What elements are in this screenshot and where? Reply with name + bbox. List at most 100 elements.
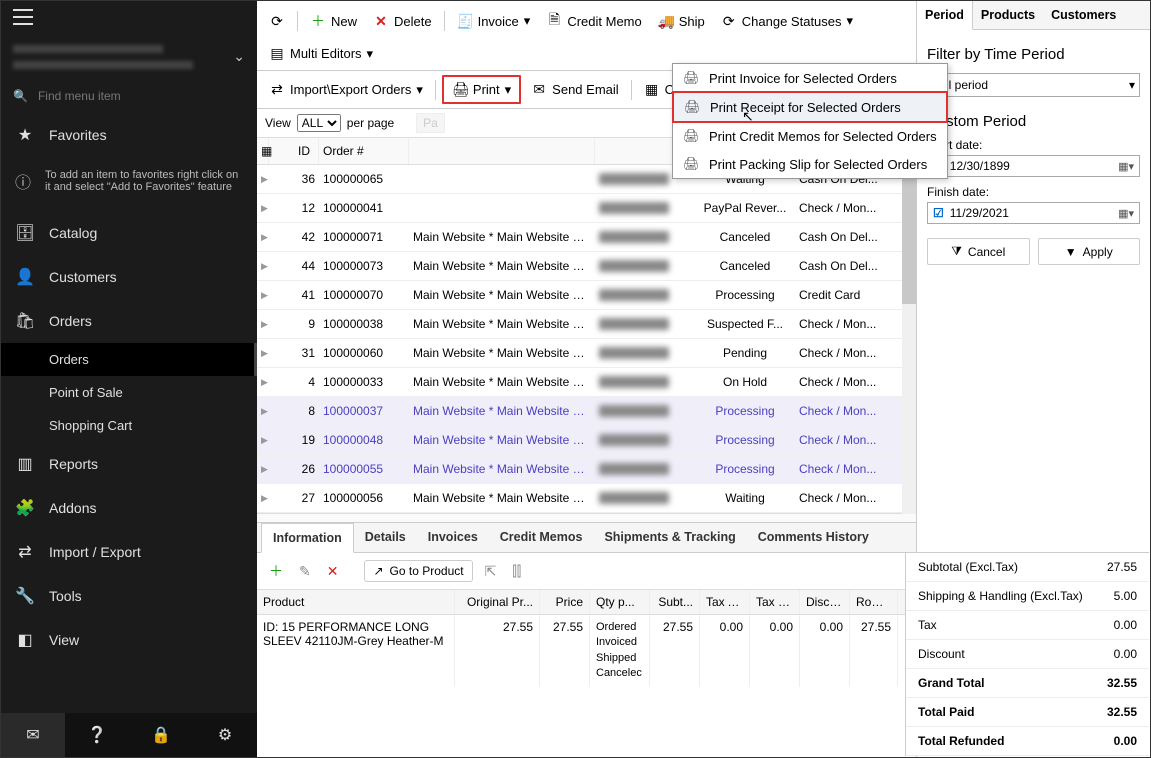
orders-scrollbar[interactable] — [902, 164, 916, 514]
ph-row[interactable]: Row ... — [850, 590, 898, 614]
expand-icon[interactable]: ▶ — [257, 460, 269, 479]
goto-product-button[interactable]: ↗Go to Product — [364, 560, 472, 582]
calendar-icon[interactable]: ▦▾ — [1118, 160, 1134, 173]
per-page-select[interactable]: ALL — [297, 114, 341, 132]
import-export-orders-button[interactable]: ⇄Import\Export Orders▾ — [263, 77, 429, 102]
totals-row: Discount0.00 — [906, 640, 1149, 669]
sidebar-item-tools[interactable]: 🔧 Tools — [1, 574, 257, 618]
tab-customers[interactable]: Customers — [1043, 1, 1124, 29]
sidebar-search[interactable]: 🔍 Find menu item — [1, 79, 257, 113]
ph-taxp[interactable]: Tax P... — [750, 590, 800, 614]
ph-orig[interactable]: Original Pr... — [455, 590, 540, 614]
col-order[interactable]: Order # — [319, 138, 409, 164]
expand-icon[interactable]: ▶ — [257, 344, 269, 363]
start-date-input[interactable]: ☑ 12/30/1899 ▦▾ — [927, 155, 1140, 177]
print-invoice-item[interactable]: 🖨Print Invoice for Selected Orders — [673, 64, 947, 92]
col-id[interactable]: ID — [269, 138, 319, 164]
help-button[interactable]: ❔ — [65, 713, 129, 757]
checkbox-icon[interactable]: ☑ — [933, 206, 944, 220]
col-exp[interactable]: ▦ — [257, 138, 269, 164]
ph-taxa[interactable]: Tax A... — [700, 590, 750, 614]
change-statuses-button[interactable]: ⟳Change Statuses▾ — [715, 9, 859, 34]
sidebar-item-reports[interactable]: ▥ Reports — [1, 442, 257, 486]
add-product-button[interactable]: ＋ — [265, 559, 287, 583]
print-receipt-item[interactable]: 🖨Print Receipt for Selected Orders — [672, 91, 948, 123]
tab-details[interactable]: Details — [354, 523, 417, 552]
ph-product[interactable]: Product — [257, 590, 455, 614]
finish-date-input[interactable]: ☑ 11/29/2021 ▦▾ — [927, 202, 1140, 224]
table-row[interactable]: ▶4100000033Main Website * Main Website S… — [257, 368, 916, 397]
print-packingslip-item[interactable]: 🖨Print Packing Slip for Selected Orders — [673, 150, 947, 178]
table-row[interactable]: ▶12100000041PayPal Rever...Check / Mon..… — [257, 194, 916, 223]
tab-invoices[interactable]: Invoices — [417, 523, 489, 552]
expand-icon[interactable]: ▶ — [257, 373, 269, 392]
ship-button[interactable]: 🚚Ship — [652, 9, 711, 34]
expand-icon[interactable]: ▶ — [257, 228, 269, 247]
sidebar-sub-cart[interactable]: Shopping Cart — [1, 409, 257, 442]
settings-button[interactable]: ⚙ — [193, 713, 257, 757]
table-row[interactable]: ▶31100000060Main Website * Main Website … — [257, 339, 916, 368]
tab-products[interactable]: Products — [973, 1, 1043, 29]
table-row[interactable]: ▶27100000056Main Website * Main Website … — [257, 484, 916, 513]
sidebar-item-orders[interactable]: 🛍 Orders — [1, 299, 257, 343]
tab-shipments[interactable]: Shipments & Tracking — [593, 523, 746, 552]
table-row[interactable]: ▶26100000055Main Website * Main Website … — [257, 455, 916, 484]
delete-product-button[interactable]: ✕ — [323, 561, 343, 582]
invoice-button[interactable]: 🧾Invoice▾ — [451, 9, 537, 34]
tab-period[interactable]: Period — [917, 1, 973, 30]
lock-button[interactable]: 🔒 — [129, 713, 193, 757]
table-row[interactable]: ▶42100000071Main Website * Main Website … — [257, 223, 916, 252]
edit-product-button[interactable]: ✎ — [295, 561, 315, 582]
expand-icon[interactable]: ▶ — [257, 286, 269, 305]
sidebar-item-catalog[interactable]: 🗄 Catalog — [1, 211, 257, 255]
table-row[interactable]: ▶41100000070Main Website * Main Website … — [257, 281, 916, 310]
send-email-button[interactable]: ✉Send Email — [525, 77, 624, 102]
calendar-icon[interactable]: ▦▾ — [1118, 207, 1134, 220]
sidebar-item-customers[interactable]: 👤 Customers — [1, 255, 257, 299]
account-selector[interactable]: ⌄ — [1, 33, 257, 79]
sidebar-sub-pos[interactable]: Point of Sale — [1, 376, 257, 409]
refresh-button[interactable]: ⟳ — [263, 9, 291, 34]
tab-comments[interactable]: Comments History — [747, 523, 880, 552]
hamburger-menu[interactable] — [13, 9, 33, 25]
expand-icon[interactable]: ▶ — [257, 431, 269, 450]
apply-button[interactable]: ▼Apply — [1038, 238, 1141, 265]
sidebar-item-addons[interactable]: 🧩 Addons — [1, 486, 257, 530]
expand-icon[interactable]: ▶ — [257, 489, 269, 508]
sidebar-item-favorites[interactable]: ★ Favorites — [1, 113, 257, 157]
table-row[interactable]: ▶8100000037Main Website * Main Website S… — [257, 397, 916, 426]
print-button[interactable]: 🖨Print▾ — [446, 77, 517, 102]
tab-credit-memos[interactable]: Credit Memos — [489, 523, 594, 552]
collapse-icon[interactable]: ⇱ — [481, 561, 501, 582]
expand-icon[interactable]: ▶ — [257, 402, 269, 421]
ph-qty[interactable]: Qty p... — [590, 590, 650, 614]
product-row[interactable]: ID: 15 PERFORMANCE LONG SLEEV 42110JM-Gr… — [257, 615, 916, 687]
caret-icon: ▾ — [367, 46, 374, 62]
multi-editors-button[interactable]: ▤Multi Editors▾ — [263, 41, 379, 66]
cancel-button[interactable]: ⧩Cancel — [927, 238, 1030, 265]
sidebar-item-import-export[interactable]: ⇄ Import / Export — [1, 530, 257, 574]
expand-icon[interactable]: ▶ — [257, 170, 269, 189]
split-icon[interactable]: ⫿⫿ — [508, 561, 525, 582]
expand-icon[interactable]: ▶ — [257, 199, 269, 218]
sidebar-sub-orders[interactable]: Orders — [1, 343, 257, 376]
ph-sub[interactable]: Subt... — [650, 590, 700, 614]
sidebar-item-view[interactable]: ◧ View — [1, 618, 257, 662]
ph-price[interactable]: Price — [540, 590, 590, 614]
tab-information[interactable]: Information — [261, 523, 354, 553]
expand-icon[interactable]: ▶ — [257, 315, 269, 334]
mail-button[interactable]: ✉ — [1, 713, 65, 757]
expand-icon[interactable]: ▶ — [257, 257, 269, 276]
col-purchase[interactable] — [409, 138, 595, 164]
table-row[interactable]: ▶44100000073Main Website * Main Website … — [257, 252, 916, 281]
table-row[interactable]: ▶19100000048Main Website * Main Website … — [257, 426, 916, 455]
custom-period-heading: Custom Period — [927, 113, 1140, 130]
ph-disc[interactable]: Disco... — [800, 590, 850, 614]
table-row[interactable]: ▶9100000038Main Website * Main Website S… — [257, 310, 916, 339]
print-creditmemo-item[interactable]: 🖨Print Credit Memos for Selected Orders — [673, 122, 947, 150]
new-button[interactable]: ＋New — [304, 7, 363, 35]
cell-bill — [595, 314, 695, 334]
delete-button[interactable]: ✕Delete — [367, 9, 438, 34]
credit-memo-button[interactable]: 🗎Credit Memo — [540, 5, 647, 37]
full-period-select[interactable]: Full period ▾ — [927, 73, 1140, 97]
